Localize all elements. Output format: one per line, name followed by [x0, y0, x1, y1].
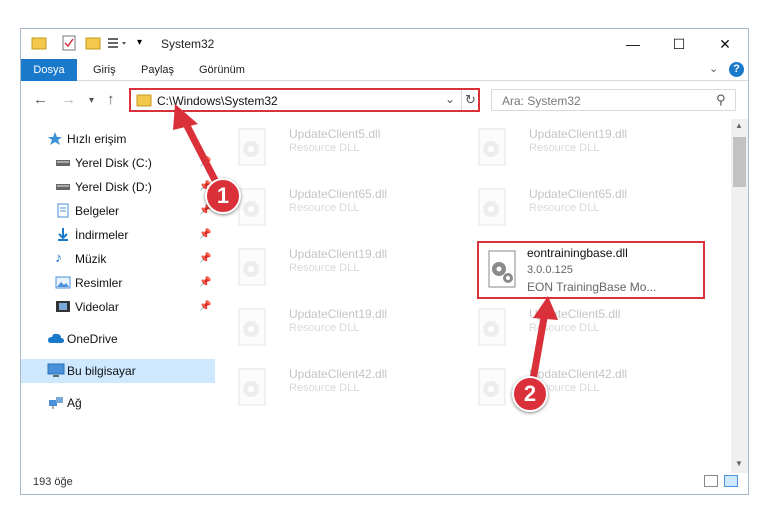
arrow-1 [179, 114, 222, 190]
step-1-badge: 1 [205, 178, 241, 214]
annotation-arrows [173, 104, 558, 390]
step-2-badge: 2 [512, 376, 548, 412]
arrow-2-head [533, 296, 558, 320]
arrow-1-head [173, 104, 198, 130]
arrow-2 [528, 308, 549, 390]
